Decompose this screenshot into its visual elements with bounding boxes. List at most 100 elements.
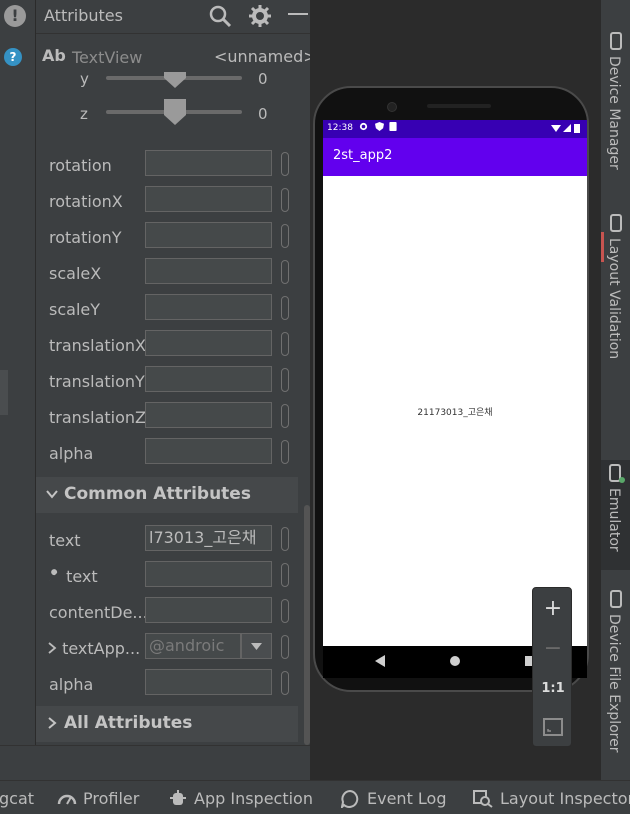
zoom-out-button[interactable]: − (533, 630, 573, 668)
tab-emulator[interactable]: Emulator (601, 460, 630, 570)
resource-picker-icon[interactable] (281, 224, 289, 248)
tools-text-field[interactable] (145, 561, 272, 587)
slider-z: z 0 (36, 98, 310, 128)
attr-row-rotationy: rotationY (36, 221, 310, 257)
app-bar: 2st_app2 (323, 138, 587, 176)
scalex-field[interactable] (145, 258, 272, 284)
tab-profiler[interactable]: Profiler (83, 789, 139, 808)
attr-row-rotationx: rotationX (36, 185, 310, 221)
fit-screen-icon (543, 718, 563, 736)
panel-footer (0, 745, 310, 780)
rotation-field[interactable] (145, 150, 272, 176)
component-id[interactable]: <unnamed> (214, 47, 317, 66)
attr-label: scaleY (49, 300, 100, 319)
textview-preview[interactable]: 21173013_고은채 (323, 405, 587, 418)
all-attributes-header[interactable]: All Attributes (36, 706, 298, 742)
resource-picker-icon[interactable] (281, 296, 289, 320)
tab-event-log[interactable]: Event Log (367, 789, 447, 808)
attr-label: rotationX (49, 192, 123, 211)
tab-layout-validation[interactable]: Layout Validation (601, 212, 630, 372)
resource-picker-icon[interactable] (281, 635, 289, 659)
chevron-right-icon[interactable] (47, 642, 57, 654)
attr-label: rotationY (49, 228, 122, 247)
common-attributes-header[interactable]: Common Attributes (36, 477, 298, 513)
resource-picker-icon[interactable] (281, 671, 289, 695)
attr-label-text: textApp... (62, 639, 141, 658)
resource-picker-icon[interactable] (281, 188, 289, 212)
translationy-field[interactable] (145, 366, 272, 392)
help-icon[interactable]: ? (4, 48, 22, 66)
attr-row-content-description: contentDe... (36, 596, 310, 632)
attr-row-text: text l73013_고은채 (36, 524, 310, 560)
scaley-field[interactable] (145, 294, 272, 320)
tab-app-inspection[interactable]: App Inspection (194, 789, 313, 808)
settings-status-icon (359, 122, 368, 134)
attr-label: rotation (49, 156, 112, 175)
attributes-title: Attributes (44, 6, 123, 25)
attr-label: contentDe... (49, 603, 145, 622)
slider-thumb[interactable] (164, 72, 186, 88)
zoom-actual-size-button[interactable]: 1:1 (533, 670, 573, 708)
attr-label: textApp... (47, 639, 143, 658)
tab-layout-inspector[interactable]: Layout Inspector (500, 789, 630, 808)
attr-label-text: text (66, 567, 98, 586)
left-strip-tab[interactable] (0, 370, 8, 415)
rotationx-field[interactable] (145, 186, 272, 212)
tab-device-manager[interactable]: Device Manager (601, 28, 630, 188)
attr-row-alpha-common: alpha (36, 668, 310, 704)
resource-picker-icon[interactable] (281, 404, 289, 428)
slider-thumb[interactable] (164, 99, 186, 125)
translationx-field[interactable] (145, 330, 272, 356)
gear-icon[interactable] (248, 4, 272, 32)
resource-picker-icon[interactable] (281, 260, 289, 284)
attr-row-tools-text: text (36, 560, 310, 596)
resource-picker-icon[interactable] (281, 599, 289, 623)
warning-icon[interactable]: ! (4, 5, 26, 27)
tab-logcat[interactable]: gcat (0, 789, 34, 808)
zoom-to-fit-button[interactable] (533, 708, 573, 746)
minimize-icon[interactable] (288, 13, 308, 15)
tab-label: Device Manager (606, 56, 622, 170)
event-log-icon (340, 789, 359, 812)
attr-row-translationy: translationY (36, 365, 310, 401)
alpha-field[interactable] (145, 438, 272, 464)
translationz-field[interactable] (145, 402, 272, 428)
resource-picker-icon[interactable] (281, 440, 289, 464)
dropdown-button[interactable] (241, 633, 272, 659)
attr-row-text-appearance[interactable]: textApp... @androic (36, 632, 310, 668)
resource-picker-icon[interactable] (281, 368, 289, 392)
camera-icon (387, 102, 397, 112)
rotationy-field[interactable] (145, 222, 272, 248)
profiler-icon (57, 790, 77, 810)
device-screen[interactable]: 12:38 2st_app2 21173013_고은채 (323, 120, 587, 646)
tab-label: Emulator (606, 488, 622, 552)
home-icon[interactable] (450, 656, 460, 666)
resource-picker-icon[interactable] (281, 152, 289, 176)
shield-status-icon (375, 122, 384, 134)
attr-label: scaleX (49, 264, 102, 283)
content-description-field[interactable] (145, 597, 272, 623)
tab-device-file-explorer[interactable]: Device File Explorer (601, 586, 630, 776)
back-icon[interactable] (375, 655, 385, 667)
alpha-field[interactable] (145, 669, 272, 695)
bottom-tool-bar: gcat Profiler App Inspection Event Log L… (0, 780, 630, 814)
resource-picker-icon[interactable] (281, 563, 289, 587)
right-tool-bar: Device Manager Layout Validation Emulato… (600, 0, 630, 780)
text-appearance-field[interactable]: @androic (145, 633, 241, 659)
resource-picker-icon[interactable] (281, 527, 289, 551)
attr-label: translationY (49, 372, 145, 391)
search-icon[interactable] (208, 4, 232, 32)
device-file-explorer-icon (610, 590, 622, 608)
attr-row-scalex: scaleX (36, 257, 310, 293)
section-title: All Attributes (64, 713, 193, 733)
emulator-icon (609, 464, 625, 483)
attr-label: translationZ (49, 408, 145, 427)
design-surface: 12:38 2st_app2 21173013_고은채 + − 1:1 (310, 0, 600, 780)
resource-picker-icon[interactable] (281, 332, 289, 356)
zoom-in-button[interactable]: + (533, 590, 573, 628)
slider-value: 0 (258, 70, 268, 88)
tab-indicator (601, 232, 604, 262)
text-field[interactable]: l73013_고은채 (145, 525, 272, 551)
slider-label: z (80, 105, 88, 123)
section-title: Common Attributes (64, 484, 251, 504)
